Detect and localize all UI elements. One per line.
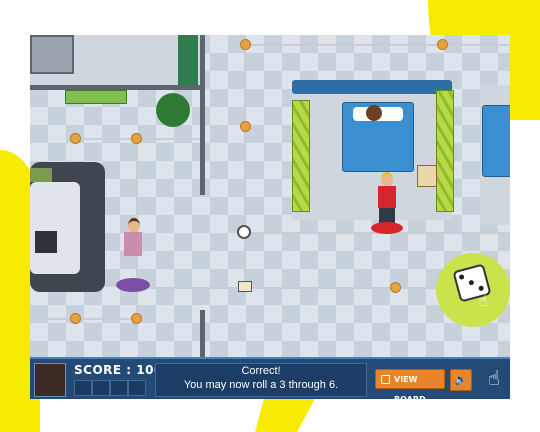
phone xyxy=(35,231,57,253)
score-slot xyxy=(110,380,128,396)
speaker-icon: 🔈 xyxy=(454,373,468,386)
board-icon xyxy=(381,375,390,384)
patient xyxy=(366,105,382,121)
bed-headboard xyxy=(292,80,452,94)
wall xyxy=(200,35,205,195)
money-sign xyxy=(65,90,127,104)
board-track xyxy=(245,44,510,46)
board-node[interactable] xyxy=(240,121,251,132)
player-token[interactable] xyxy=(371,172,403,234)
picture-frame xyxy=(417,165,437,187)
clock-icon[interactable] xyxy=(237,225,251,239)
player-head xyxy=(381,172,393,187)
player-shirt xyxy=(378,186,396,208)
score-slot xyxy=(92,380,110,396)
board-node[interactable] xyxy=(70,133,81,144)
view-board-label: VIEW BOARD xyxy=(394,375,426,404)
board-node[interactable] xyxy=(240,39,251,50)
hand-pointer-icon: ☝ xyxy=(487,366,501,390)
board-node[interactable] xyxy=(390,282,401,293)
hospital-bed xyxy=(482,105,510,177)
plant-icon xyxy=(156,93,190,127)
game-board xyxy=(30,35,510,397)
board-track xyxy=(244,44,246,294)
board-node[interactable] xyxy=(70,313,81,324)
message-panel: Correct! You may now roll a 3 through 6. xyxy=(155,363,367,397)
patient-room xyxy=(292,80,454,220)
curtain xyxy=(436,90,454,212)
board-track xyxy=(30,318,140,320)
door xyxy=(178,35,198,85)
sink xyxy=(30,35,74,74)
opponent-head xyxy=(128,218,140,233)
patient-room-partial xyxy=(480,85,510,225)
score-slot xyxy=(128,380,146,396)
board-node[interactable] xyxy=(131,133,142,144)
message-line-2: You may now roll a 3 through 6. xyxy=(183,379,339,391)
score-slot xyxy=(74,380,92,396)
opponent-base xyxy=(116,278,150,292)
books xyxy=(30,168,52,182)
curtain xyxy=(292,100,310,212)
hud-bar: SCORE : 100 Correct! You may now roll a … xyxy=(30,357,510,404)
view-board-button[interactable]: VIEW BOARD xyxy=(375,369,445,404)
player-base xyxy=(371,222,403,234)
message-line-1: Correct! xyxy=(241,365,281,377)
score-label: SCORE : 100 xyxy=(74,363,163,377)
board-node[interactable] xyxy=(131,313,142,324)
hand-pointer-icon: ☝ xyxy=(478,291,488,310)
opponent-dress xyxy=(124,232,142,256)
board-node[interactable] xyxy=(437,39,448,50)
roll-dice-button[interactable]: ☝ xyxy=(436,253,510,327)
nurse-station-desk xyxy=(30,182,80,274)
opponent-token[interactable] xyxy=(116,218,150,296)
sound-button[interactable]: 🔈 xyxy=(450,369,472,391)
book-icon[interactable] xyxy=(238,281,252,292)
avatar xyxy=(34,363,66,397)
